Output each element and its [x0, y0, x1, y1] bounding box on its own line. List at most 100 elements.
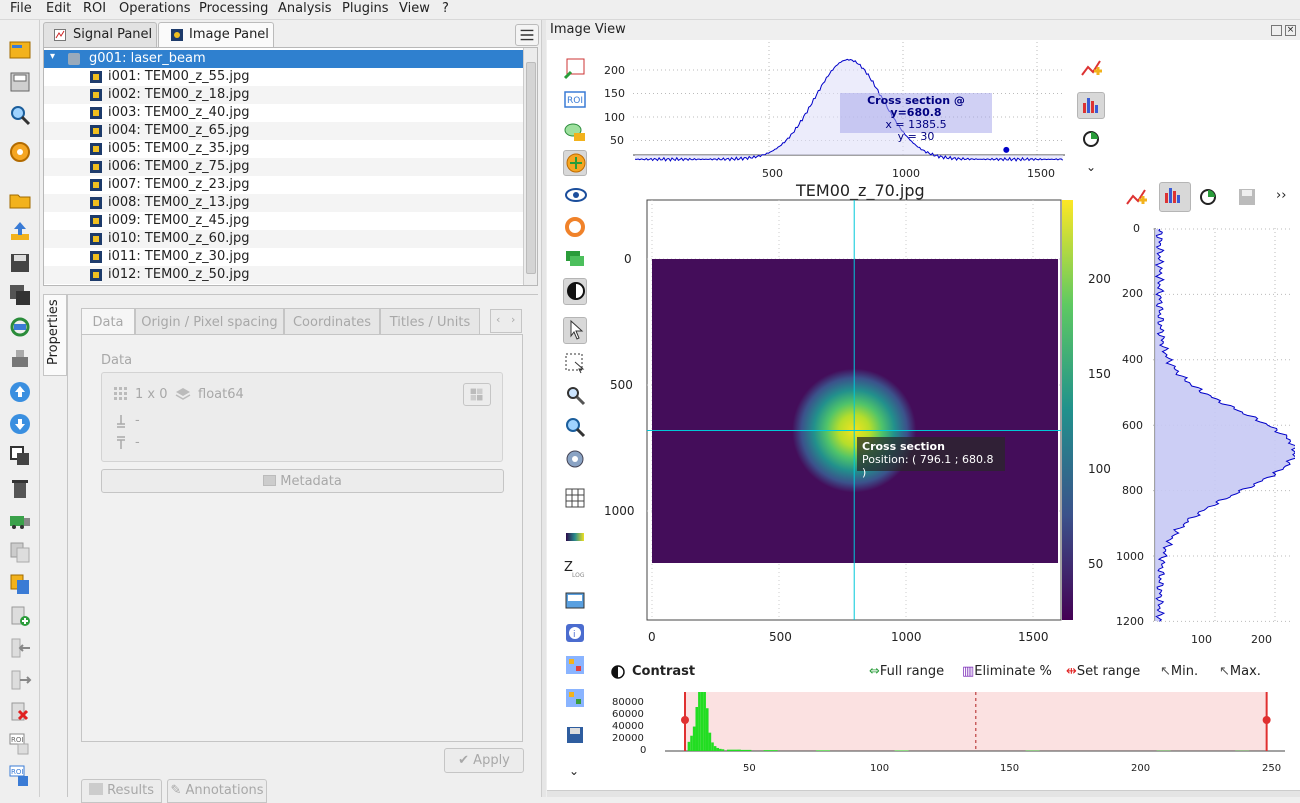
xsec-more-chevron-icon[interactable]: ⌄ — [1086, 160, 1096, 174]
roi-edit-icon[interactable]: ROI — [8, 764, 32, 788]
apply-button[interactable]: ✔ Apply — [444, 748, 524, 773]
menu-edit[interactable]: Edit — [46, 1, 71, 16]
save-icon[interactable] — [8, 251, 32, 275]
annotations-button[interactable]: ✎ Annotations — [167, 779, 267, 803]
duplicate-icon[interactable] — [8, 444, 32, 468]
object-tree[interactable]: ▾g001: laser_beami001: TEM00_z_55.jpgi00… — [43, 47, 538, 286]
tree-item-row[interactable]: i003: TEM00_z_40.jpg — [44, 104, 523, 122]
tree-item-row[interactable]: i006: TEM00_z_75.jpg — [44, 158, 523, 176]
menu-processing[interactable]: Processing — [199, 1, 268, 16]
contrast-icon[interactable] — [563, 278, 587, 305]
set-range-button[interactable]: ⇹Set range — [1066, 664, 1140, 679]
tree-item-row[interactable]: i012: TEM00_z_50.jpg — [44, 266, 523, 284]
tree-item-row[interactable]: i011: TEM00_z_30.jpg — [44, 248, 523, 266]
delete-icon[interactable] — [8, 476, 32, 500]
metadata-button[interactable]: Metadata — [101, 469, 504, 493]
tree-item-row[interactable]: i002: TEM00_z_18.jpg — [44, 86, 523, 104]
data-view-button[interactable] — [463, 383, 491, 406]
tab-scroll-buttons[interactable]: ‹ › — [490, 309, 522, 333]
roi-tool-icon[interactable]: ROI — [563, 88, 587, 112]
log-scale-icon[interactable]: ZLOG — [563, 556, 587, 580]
tree-scrollbar[interactable] — [523, 48, 537, 285]
colormap-icon[interactable] — [563, 525, 587, 549]
menu-analysis[interactable]: Analysis — [278, 1, 332, 16]
tab-titles-units[interactable]: Titles / Units — [380, 308, 480, 335]
ysec-more-chevron-icon[interactable]: ›› — [1276, 188, 1286, 203]
contrast-histogram[interactable] — [600, 690, 1290, 762]
import-icon[interactable] — [8, 347, 32, 371]
delete-all-icon[interactable] — [8, 508, 32, 532]
full-range-button[interactable]: ⇔Full range — [869, 664, 944, 679]
new-signal-icon[interactable] — [8, 38, 32, 62]
info-icon[interactable]: i — [563, 621, 587, 645]
ysec-histogram-icon[interactable] — [1159, 182, 1191, 212]
roi-icon[interactable]: ROI — [8, 732, 32, 756]
menu-operations[interactable]: Operations — [119, 1, 190, 16]
save-all-icon[interactable] — [8, 283, 32, 307]
search-icon[interactable] — [8, 103, 32, 127]
menu-view[interactable]: View — [399, 1, 430, 16]
max-button[interactable]: ↖Max. — [1219, 664, 1261, 679]
paste-metadata-icon[interactable] — [8, 572, 32, 596]
refresh-icon[interactable] — [563, 215, 587, 239]
save-plot-icon[interactable] — [563, 723, 587, 747]
tab-coordinates[interactable]: Coordinates — [284, 308, 380, 335]
move-down-icon[interactable] — [8, 412, 32, 436]
zoom-fit-icon[interactable] — [563, 415, 587, 439]
tab-data[interactable]: Data — [81, 308, 135, 335]
tab-image-panel[interactable]: Image Panel — [158, 22, 274, 47]
results-button[interactable]: Results — [81, 779, 162, 803]
float-window-icon[interactable] — [1271, 25, 1282, 36]
pointer-icon[interactable] — [563, 317, 587, 344]
collapse-arrow-icon[interactable]: ▾ — [50, 51, 55, 62]
grid-toggle-icon[interactable] — [563, 486, 587, 510]
splitter[interactable] — [541, 20, 546, 797]
open-icon[interactable] — [8, 70, 32, 94]
tree-item-row[interactable]: i009: TEM00_z_45.jpg — [44, 212, 523, 230]
rect-select-icon[interactable] — [563, 351, 587, 375]
menu-roi[interactable]: ROI — [83, 1, 106, 16]
xsec-add-curve-icon[interactable] — [1079, 56, 1103, 80]
min-button[interactable]: ↖Min. — [1160, 664, 1198, 679]
menu-help[interactable]: ? — [442, 1, 449, 16]
pixel-export-icon[interactable] — [563, 686, 587, 710]
ysec-save-icon[interactable] — [1235, 185, 1259, 209]
tree-item-row[interactable]: i005: TEM00_z_35.jpg — [44, 140, 523, 158]
eliminate-button[interactable]: ▥Eliminate % — [962, 664, 1052, 679]
y-cross-section-plot[interactable] — [1110, 220, 1295, 650]
pixel-map-icon[interactable] — [563, 653, 587, 677]
upload-icon[interactable] — [8, 219, 32, 243]
xsec-pie-icon[interactable] — [1079, 127, 1103, 151]
tab-origin-pixel-spacing[interactable]: Origin / Pixel spacing — [135, 308, 284, 335]
image-stats-icon[interactable] — [563, 589, 587, 613]
menu-file[interactable]: File — [10, 1, 32, 16]
chevron-left-icon[interactable]: ‹ — [496, 313, 500, 326]
tree-item-row[interactable]: i007: TEM00_z_23.jpg — [44, 176, 523, 194]
copy-metadata-icon[interactable] — [8, 540, 32, 564]
gear-icon[interactable] — [563, 447, 587, 471]
xsec-histogram-icon[interactable] — [1077, 92, 1105, 119]
sync-icon[interactable] — [8, 315, 32, 339]
close-window-icon[interactable]: × — [1285, 25, 1296, 36]
add-metadata-icon[interactable] — [8, 604, 32, 628]
comment-icon[interactable] — [563, 247, 587, 271]
cross-section-icon[interactable] — [563, 150, 587, 176]
panel-menu-button[interactable] — [515, 24, 539, 46]
import-metadata-icon[interactable] — [8, 668, 32, 692]
chevron-right-icon[interactable]: › — [511, 313, 515, 326]
settings-icon[interactable] — [8, 140, 32, 164]
open-folder-icon[interactable] — [8, 188, 32, 212]
ysec-add-curve-icon[interactable] — [1124, 185, 1148, 209]
image-plot[interactable] — [600, 195, 1080, 640]
remove-metadata-icon[interactable] — [8, 700, 32, 724]
tree-item-row[interactable]: i008: TEM00_z_13.jpg — [44, 194, 523, 212]
ysec-pie-icon[interactable] — [1196, 185, 1220, 209]
tab-properties[interactable]: Properties — [43, 294, 67, 376]
menu-plugins[interactable]: Plugins — [342, 1, 389, 16]
export-icon[interactable] — [8, 636, 32, 660]
more-tools-chevron-icon[interactable]: ⌄ — [569, 764, 579, 778]
tree-group-row[interactable]: ▾g001: laser_beam — [44, 50, 523, 68]
annotation-tool-icon[interactable] — [563, 120, 587, 144]
tree-item-row[interactable]: i001: TEM00_z_55.jpg — [44, 68, 523, 86]
tree-item-row[interactable]: i004: TEM00_z_65.jpg — [44, 122, 523, 140]
